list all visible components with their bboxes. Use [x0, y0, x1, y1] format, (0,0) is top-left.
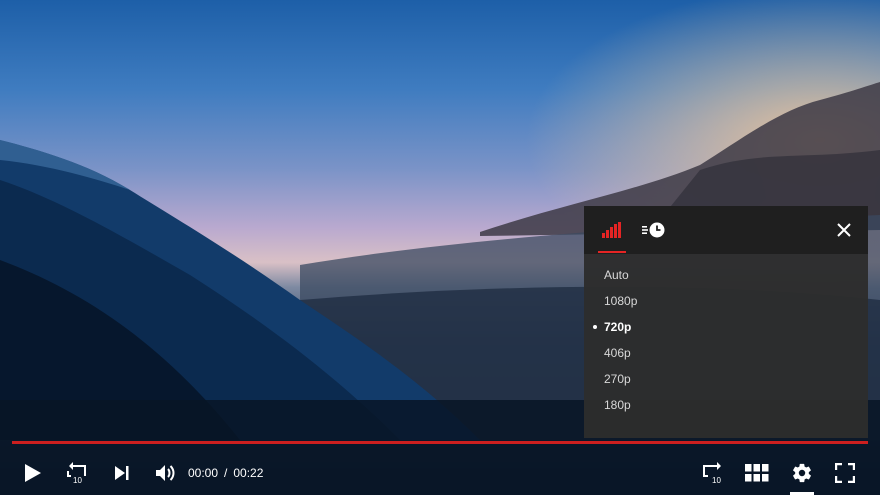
- gear-icon: [793, 463, 811, 483]
- tab-quality[interactable]: [592, 206, 632, 254]
- settings-panel-header: [584, 206, 868, 254]
- signal-bars-icon: [602, 222, 621, 238]
- forward-10-icon: 10: [703, 462, 721, 485]
- quality-option-720p[interactable]: 720p: [584, 314, 868, 340]
- play-button[interactable]: [18, 458, 48, 488]
- time-display: 00:00 / 00:22: [188, 464, 263, 482]
- settings-button[interactable]: [787, 458, 817, 488]
- quality-option-180p[interactable]: 180p: [584, 392, 868, 418]
- quality-option-1080p[interactable]: 1080p: [584, 288, 868, 314]
- playback-speed-icon: [642, 222, 665, 238]
- duration-time: 00:22: [233, 466, 264, 480]
- control-bar: 10 00:00 / 00:22 10: [0, 452, 880, 495]
- grid-button[interactable]: [742, 458, 772, 488]
- progress-bar[interactable]: [12, 441, 868, 444]
- quality-option-406p[interactable]: 406p: [584, 340, 868, 366]
- close-icon: [837, 223, 851, 237]
- replay-seconds-label: 10: [73, 476, 82, 485]
- volume-button[interactable]: [151, 458, 181, 488]
- time-separator: /: [224, 466, 228, 480]
- video-player[interactable]: Auto 1080p 720p 406p 270p 180p 10 00:00 …: [0, 0, 880, 495]
- grid-icon: [745, 464, 769, 482]
- replay-10-button[interactable]: 10: [62, 458, 92, 488]
- quality-option-auto[interactable]: Auto: [584, 262, 868, 288]
- next-icon: [115, 466, 129, 480]
- current-time: 00:00: [188, 466, 219, 480]
- forward-10-button[interactable]: 10: [698, 458, 728, 488]
- forward-seconds-label: 10: [712, 476, 721, 485]
- replay-10-icon: 10: [67, 462, 86, 485]
- tab-playback-speed[interactable]: [634, 206, 674, 254]
- next-button[interactable]: [107, 458, 137, 488]
- quality-option-270p[interactable]: 270p: [584, 366, 868, 392]
- volume-icon: [156, 465, 175, 481]
- play-icon: [25, 464, 41, 482]
- settings-panel: Auto 1080p 720p 406p 270p 180p: [584, 206, 868, 438]
- close-settings-button[interactable]: [832, 218, 856, 242]
- fullscreen-icon: [835, 463, 855, 483]
- quality-options-list: Auto 1080p 720p 406p 270p 180p: [584, 254, 868, 418]
- fullscreen-button[interactable]: [830, 458, 860, 488]
